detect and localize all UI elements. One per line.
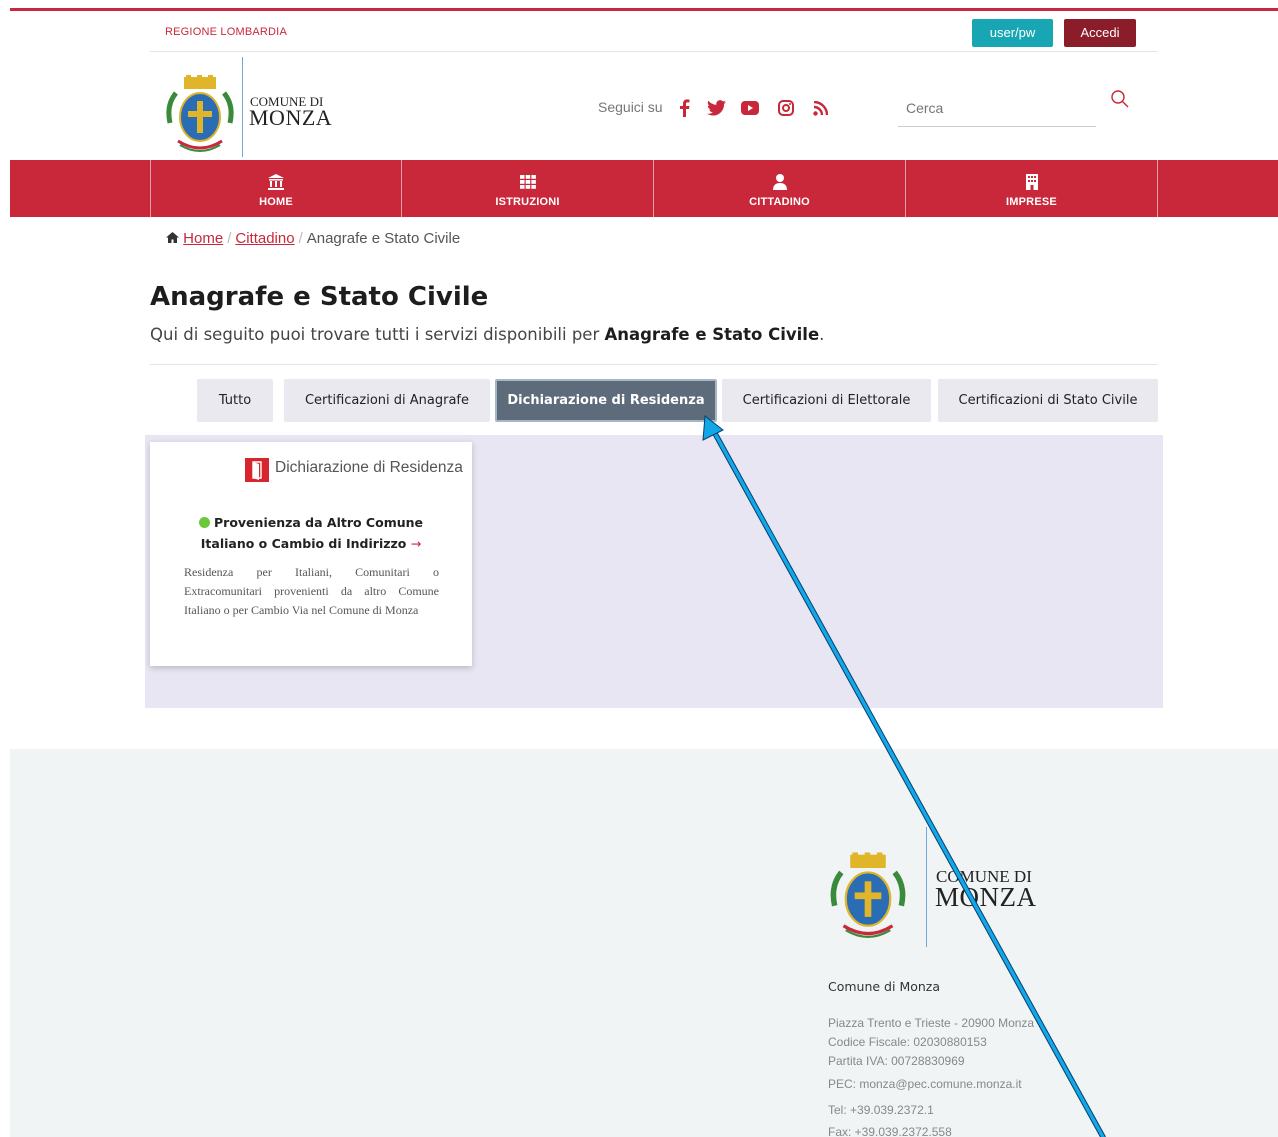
youtube-icon[interactable]: [740, 98, 760, 118]
nav-cittadino[interactable]: CITTADINO: [654, 160, 906, 217]
search-input[interactable]: [898, 89, 1096, 127]
tab-dichiarazione-residenza[interactable]: Dichiarazione di Residenza: [495, 379, 717, 422]
door-icon: [245, 458, 269, 482]
footer-tel[interactable]: Tel: +39.039.2372.1: [828, 1103, 934, 1117]
subtitle-suffix: .: [819, 325, 825, 344]
breadcrumb: Home / Cittadino / Anagrafe e Stato Civile: [166, 230, 460, 247]
nav-istruzioni-label: ISTRUZIONI: [495, 196, 560, 208]
footer-pec[interactable]: PEC: monza@pec.comune.monza.it: [828, 1077, 1022, 1091]
tab-certificazioni-elettorale[interactable]: Certificazioni di Elettorale: [722, 379, 931, 422]
section-divider: [150, 364, 1158, 365]
nav-imprese[interactable]: IMPRESE: [906, 160, 1158, 217]
nav-istruzioni[interactable]: ISTRUZIONI: [402, 160, 654, 217]
breadcrumb-cittadino-link[interactable]: Cittadino: [235, 230, 294, 247]
main-navigation: HOME ISTRUZIONI CITTADINO IMPRESE: [10, 160, 1278, 217]
twitter-icon[interactable]: [706, 98, 726, 118]
user-pw-button[interactable]: user/pw: [972, 19, 1053, 47]
footer-logo-divider: [926, 827, 927, 947]
nav-home-label: HOME: [259, 196, 293, 208]
coat-of-arms-logo[interactable]: [164, 75, 236, 157]
login-button[interactable]: Accedi: [1064, 19, 1136, 47]
nav-imprese-label: IMPRESE: [1006, 196, 1057, 208]
page-subtitle: Qui di seguito puoi trovare tutti i serv…: [150, 325, 824, 344]
breadcrumb-separator: /: [227, 230, 232, 247]
site-footer: COMUNE DI MONZA Comune di Monza Piazza T…: [10, 749, 1278, 1137]
footer-address: Piazza Trento e Trieste - 20900 Monza: [828, 1016, 1035, 1030]
subtitle-prefix: Qui di seguito puoi trovare tutti i serv…: [150, 325, 605, 344]
bank-icon: [268, 174, 284, 190]
footer-fax: Fax: +39.039.2372.558: [828, 1125, 952, 1137]
building-icon: [1024, 174, 1040, 190]
tab-certificazioni-stato-civile[interactable]: Certificazioni di Stato Civile: [938, 379, 1158, 422]
top-accent-line: [10, 8, 1278, 11]
region-label[interactable]: REGIONE LOMBARDIA: [165, 26, 287, 38]
logo-text-monza[interactable]: MONZA: [249, 105, 332, 131]
footer-org-name: Comune di Monza: [828, 979, 941, 994]
instagram-icon[interactable]: [776, 98, 796, 118]
rss-icon[interactable]: [810, 98, 830, 118]
footer-partita-iva: Partita IVA: 00728830969: [828, 1054, 965, 1068]
card-description: Residenza per Italiani, Comunitari o Ext…: [184, 565, 439, 617]
card-category: Dichiarazione di Residenza: [275, 459, 463, 476]
footer-coat-of-arms-logo: [828, 847, 908, 949]
tab-tutto[interactable]: Tutto: [197, 379, 273, 422]
nav-cittadino-label: CITTADINO: [749, 196, 810, 208]
home-icon[interactable]: [166, 230, 183, 247]
card-title-line1: Provenienza da Altro Comune: [214, 515, 423, 530]
service-card[interactable]: Dichiarazione di Residenza Provenienza d…: [150, 442, 472, 666]
tab-certificazioni-anagrafe[interactable]: Certificazioni di Anagrafe: [284, 379, 490, 422]
breadcrumb-current: Anagrafe e Stato Civile: [306, 230, 461, 247]
subtitle-bold: Anagrafe e Stato Civile: [604, 325, 820, 344]
logo-divider: [242, 57, 243, 157]
search-icon[interactable]: [1110, 89, 1132, 111]
facebook-icon[interactable]: [674, 98, 694, 118]
nav-home[interactable]: HOME: [150, 160, 402, 217]
breadcrumb-separator: /: [298, 230, 303, 247]
breadcrumb-home-link[interactable]: Home: [183, 230, 223, 247]
follow-label: Seguici su: [598, 99, 663, 115]
footer-codice-fiscale: Codice Fiscale: 02030880153: [828, 1035, 987, 1049]
arrow-right-icon: →: [410, 536, 422, 551]
site-header: COMUNE DI MONZA Seguici su: [150, 53, 1158, 159]
status-dot-icon: [199, 517, 210, 528]
user-icon: [772, 174, 788, 190]
grid-icon: [519, 174, 536, 190]
top-bar: REGIONE LOMBARDIA user/pw Accedi: [150, 12, 1158, 52]
card-title-line2: Italiano o Cambio di Indirizzo: [200, 536, 407, 551]
footer-logo-text-monza: MONZA: [935, 882, 1037, 912]
page-title: Anagrafe e Stato Civile: [150, 282, 489, 312]
card-title-link[interactable]: Provenienza da Altro Comune Italiano o C…: [180, 512, 442, 554]
